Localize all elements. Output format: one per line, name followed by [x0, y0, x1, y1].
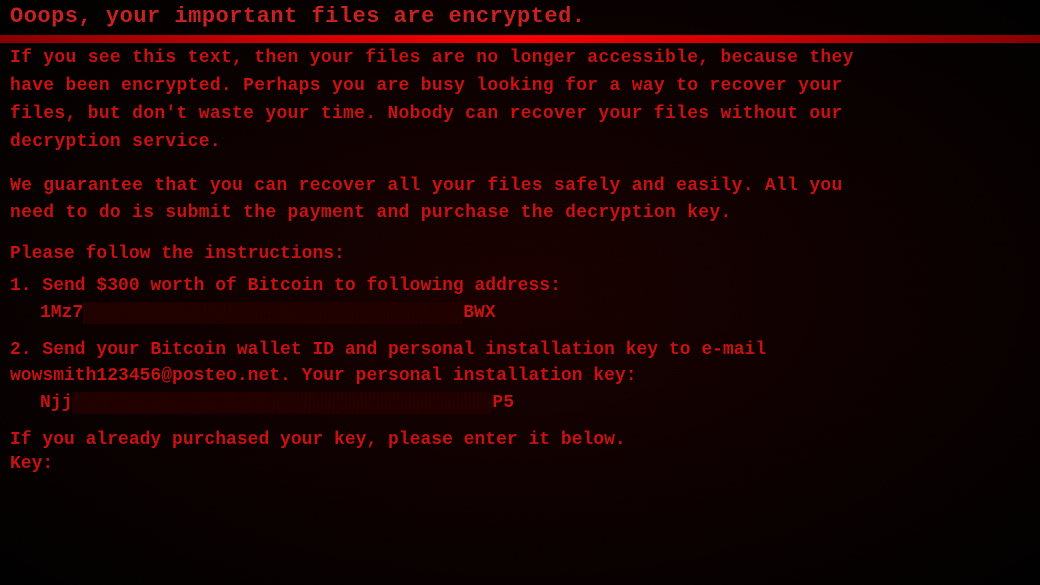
- enter-key-text: If you already purchased your key, pleas…: [10, 430, 1030, 450]
- red-bar-top: [0, 35, 1040, 43]
- instructions-header: Please follow the instructions:: [10, 244, 1030, 264]
- bitcoin-address-line: 1Mz7 BWX: [40, 302, 1030, 324]
- step2-email: wowsmith123456@posteo.net. Your personal…: [10, 366, 1030, 386]
- install-key-start: Njj: [40, 393, 72, 413]
- paragraph-1: If you see this text, then your files ar…: [10, 45, 1030, 157]
- key-prompt: Key:: [10, 454, 1030, 474]
- ransomware-screen: Ooops, your important files are encrypte…: [0, 0, 1040, 585]
- step1-label: 1. Send $300 worth of Bitcoin to followi…: [10, 276, 1030, 296]
- install-key-middle: [72, 392, 492, 414]
- main-content: If you see this text, then your files ar…: [0, 45, 1040, 474]
- bitcoin-address-end: BWX: [463, 303, 495, 323]
- top-text: Ooops, your important files are encrypte…: [0, 0, 1040, 35]
- bitcoin-address-middle: [83, 302, 463, 324]
- bitcoin-address-start: 1Mz7: [40, 303, 83, 323]
- install-key-line: Njj P5: [40, 392, 1030, 414]
- step2-label: 2. Send your Bitcoin wallet ID and perso…: [10, 340, 1030, 360]
- install-key-end: P5: [492, 393, 514, 413]
- paragraph-2: We guarantee that you can recover all yo…: [10, 173, 1030, 229]
